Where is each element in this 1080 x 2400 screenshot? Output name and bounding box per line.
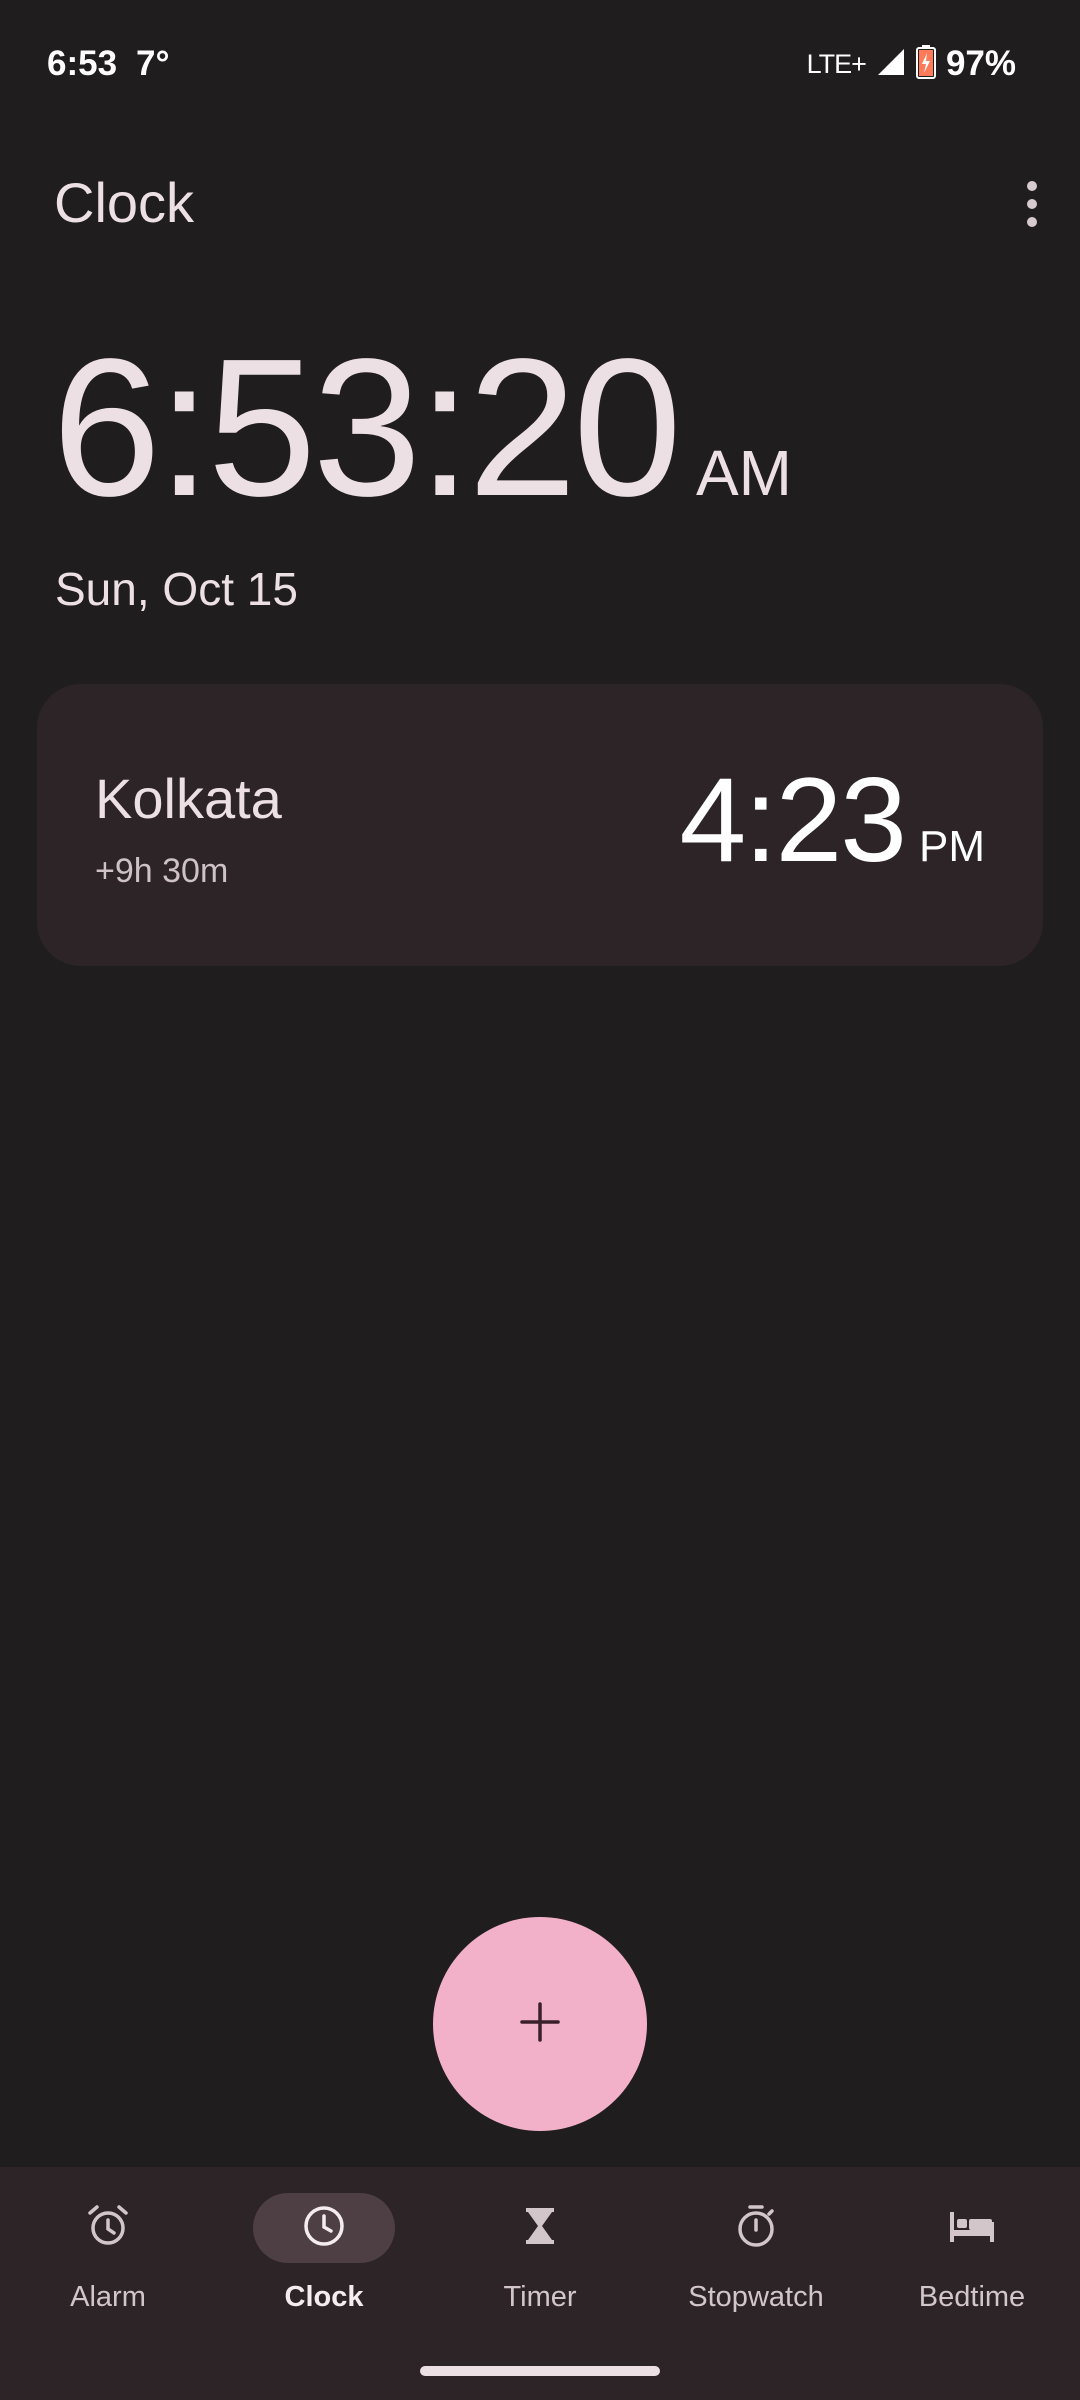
status-bar: 6:53 7° LTE+ 97% <box>0 0 1080 130</box>
plus-icon <box>520 2001 560 2047</box>
bed-icon <box>946 2202 998 2255</box>
nav-pill-active <box>253 2193 395 2263</box>
city-time: 4:23 <box>679 753 907 887</box>
clock-icon <box>300 2202 348 2255</box>
nav-item-bedtime[interactable]: Bedtime <box>864 2193 1080 2314</box>
main-clock-ampm: AM <box>695 437 792 509</box>
more-vert-icon[interactable] <box>1012 176 1052 232</box>
nav-label-timer: Timer <box>503 2281 577 2313</box>
nav-item-clock[interactable]: Clock <box>216 2193 432 2314</box>
city-ampm: PM <box>919 822 985 871</box>
nav-pill <box>685 2193 827 2263</box>
menu-dot <box>1027 199 1037 209</box>
main-clock-time: 6:53:20 <box>52 318 682 537</box>
status-indicators: LTE+ 97% <box>807 44 1016 84</box>
menu-dot <box>1027 181 1037 191</box>
alarm-icon <box>84 2202 132 2255</box>
nav-label-alarm: Alarm <box>70 2281 146 2313</box>
city-clock: 4:23 PM <box>679 760 985 880</box>
battery-icon <box>915 44 936 84</box>
main-clock: 6:53:20 AM <box>52 330 792 526</box>
nav-label-bedtime: Bedtime <box>918 2281 1026 2313</box>
status-time: 6:53 <box>47 44 118 83</box>
world-clock-card[interactable]: Kolkata +9h 30m 4:23 PM <box>37 684 1043 966</box>
main-clock-date: Sun, Oct 15 <box>55 563 298 615</box>
page-title: Clock <box>54 171 195 234</box>
nav-item-alarm[interactable]: Alarm <box>0 2193 216 2314</box>
menu-dot <box>1027 217 1037 227</box>
signal-icon <box>876 47 906 82</box>
nav-label-clock: Clock <box>284 2281 364 2313</box>
hourglass-icon <box>516 2202 564 2255</box>
city-time-offset: +9h 30m <box>95 852 229 890</box>
city-name: Kolkata <box>95 767 282 830</box>
stopwatch-icon <box>732 2202 780 2255</box>
home-indicator[interactable] <box>420 2366 660 2376</box>
add-city-button[interactable] <box>433 1917 647 2131</box>
nav-item-timer[interactable]: Timer <box>432 2193 648 2314</box>
battery-percentage: 97% <box>945 44 1016 83</box>
nav-pill <box>901 2193 1043 2263</box>
nav-label-stopwatch: Stopwatch <box>688 2281 824 2313</box>
nav-pill <box>469 2193 611 2263</box>
nav-item-stopwatch[interactable]: Stopwatch <box>648 2193 864 2314</box>
status-temperature: 7° <box>136 44 170 83</box>
network-type: LTE+ <box>806 48 867 79</box>
nav-pill <box>37 2193 179 2263</box>
